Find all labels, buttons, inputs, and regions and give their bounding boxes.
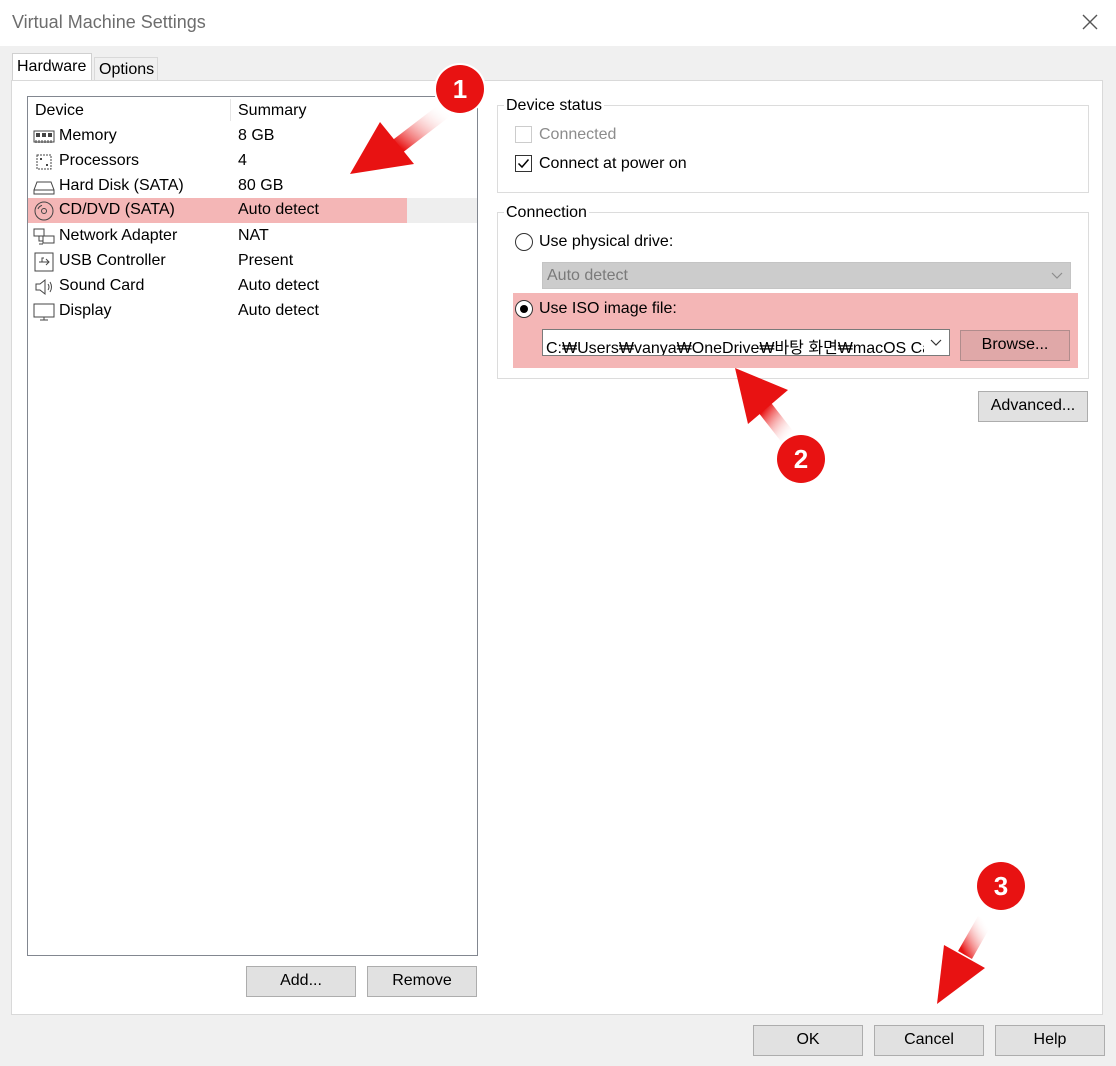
- arrow-1: [350, 103, 450, 174]
- annotation-arrows: [350, 103, 992, 1004]
- annotation-badge-1: 1: [436, 65, 484, 113]
- arrow-3: [937, 916, 992, 1004]
- annotation-badge-3: 3: [977, 862, 1025, 910]
- arrow-2: [735, 368, 797, 445]
- annotation-badge-2: 2: [777, 435, 825, 483]
